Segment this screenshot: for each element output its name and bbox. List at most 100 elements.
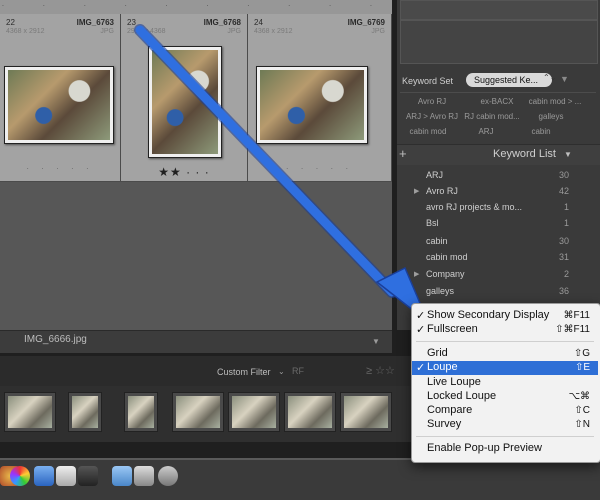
keyword-name: cabin mod <box>426 252 468 262</box>
image-app-icon[interactable] <box>56 466 76 486</box>
keyword-count: 1 <box>563 202 569 212</box>
cell-dimensions: 4368 x 2912 <box>254 28 293 35</box>
keyword-row[interactable]: galleys 36 <box>412 284 577 300</box>
status-dropdown-icon[interactable]: ▼ <box>372 337 380 346</box>
keyword-set-label: Keyword Set <box>402 76 454 86</box>
menu-item-compare[interactable]: Compare ⇧C <box>412 404 598 418</box>
document-icon[interactable] <box>134 466 154 486</box>
folder-icon[interactable] <box>112 466 132 486</box>
keyword-name: avro RJ projects & mo... <box>426 202 523 212</box>
filter-flag-toggle[interactable]: RF <box>292 366 304 376</box>
cell-filename: IMG_6768 <box>203 18 241 27</box>
grid-cell[interactable]: 24 IMG_6769 4368 x 2912 JPG · · · · · <box>248 14 392 182</box>
menu-item-live-loupe[interactable]: Live Loupe <box>412 376 598 390</box>
keyword-suggestion[interactable]: cabin <box>510 127 572 136</box>
menu-item-show-secondary-display[interactable]: ✓ Show Secondary Display ⌘F11 <box>412 309 598 323</box>
cell-filetype: JPG <box>100 28 114 35</box>
keyword-row[interactable]: cabin 30 <box>412 234 577 250</box>
keyword-row[interactable]: Bsl 1 <box>412 216 577 232</box>
cell-index: 23 <box>127 18 136 27</box>
photo-thumbnail[interactable] <box>148 46 222 158</box>
panel-field-top[interactable] <box>400 0 598 20</box>
keyword-name: Avro RJ <box>426 186 458 196</box>
keyword-suggestion[interactable]: RJ cabin mod... <box>456 112 528 121</box>
menu-separator <box>416 436 594 437</box>
menu-item-survey[interactable]: Survey ⇧N <box>412 418 598 432</box>
grid-cell[interactable]: 22 IMG_6763 4368 x 2912 JPG · · · · · <box>0 14 121 182</box>
expand-triangle-icon[interactable]: ▶ <box>414 270 419 278</box>
cell-filename: IMG_6763 <box>76 18 114 27</box>
check-icon: ✓ <box>416 310 426 322</box>
keyword-row[interactable]: ▶ Company 2 <box>412 267 577 283</box>
menu-item-label: Show Secondary Display <box>427 309 550 321</box>
menu-item-enable-popup-preview[interactable]: Enable Pop-up Preview <box>412 442 598 456</box>
cell-star-rating[interactable]: ★★ · · · <box>121 165 247 179</box>
menu-item-label: Survey <box>427 418 462 430</box>
filmstrip-thumbnail[interactable] <box>4 392 56 432</box>
triangle-down-icon[interactable]: ▼ <box>564 150 572 159</box>
keyword-row[interactable]: ▶ Avro RJ 42 <box>412 184 577 200</box>
menu-item-fullscreen[interactable]: ✓ Fullscreen ⇧⌘F11 <box>412 323 598 337</box>
keyword-suggestion[interactable]: galleys <box>520 112 582 121</box>
terminal-icon[interactable] <box>78 466 98 486</box>
keyword-count: 30 <box>558 236 569 246</box>
keyword-list-title[interactable]: Keyword List <box>493 148 556 160</box>
menu-item-shortcut: ⇧⌘F11 <box>555 324 590 335</box>
keyword-suggestion[interactable]: ARJ <box>455 127 517 136</box>
filmstrip-thumbnail[interactable] <box>172 392 224 432</box>
keyword-count: 2 <box>563 269 569 279</box>
keyword-suggestion[interactable]: Avro RJ <box>401 97 463 106</box>
color-wheel-icon[interactable] <box>10 466 30 486</box>
photo-thumbnail[interactable] <box>256 66 368 144</box>
check-icon: ✓ <box>416 362 426 374</box>
keyword-suggestion[interactable]: cabin mod > ... <box>512 97 598 106</box>
menu-item-loupe[interactable]: ✓ Loupe ⇧E <box>412 361 598 375</box>
keyword-suggestion[interactable]: ARJ > Avro RJ <box>401 112 463 121</box>
photo-thumbnail[interactable] <box>4 66 114 144</box>
download-icon[interactable] <box>34 466 54 486</box>
cell-rating-dots[interactable]: · · · · · <box>248 164 391 173</box>
grid-cell[interactable]: 23 IMG_6768 2912 x 4368 JPG ★★ · · · <box>121 14 248 182</box>
grid-empty-area <box>0 182 392 330</box>
filmstrip-thumbnail[interactable] <box>340 392 392 432</box>
filmstrip-thumbnail[interactable] <box>124 392 158 432</box>
chevron-updown-icon: ⌃⌄ <box>543 73 557 82</box>
custom-filter-dropdown[interactable]: Custom Filter <box>217 367 271 377</box>
keyword-entry-box[interactable] <box>400 20 598 64</box>
status-filename: IMG_6666.jpg <box>24 334 87 345</box>
menu-item-shortcut: ⇧E <box>574 362 590 373</box>
menu-item-grid[interactable]: Grid ⇧G <box>412 347 598 361</box>
menu-item-shortcut: ⌘F11 <box>563 310 591 321</box>
triangle-down-icon[interactable]: ▼ <box>560 74 569 84</box>
cell-rating-dots[interactable]: · · · · · <box>0 164 120 173</box>
cell-index: 22 <box>6 18 15 27</box>
menu-item-label: Grid <box>427 347 448 359</box>
filmstrip-thumbnail[interactable] <box>284 392 336 432</box>
cell-dimensions: 4368 x 2912 <box>6 28 45 35</box>
add-keyword-icon[interactable]: + <box>399 146 407 161</box>
menu-item-label: Loupe <box>427 361 458 373</box>
keyword-name: ARJ <box>426 170 444 180</box>
keyword-suggestion[interactable]: cabin mod <box>397 127 459 136</box>
filmstrip-thumbnail[interactable] <box>228 392 280 432</box>
cell-index: 24 <box>254 18 263 27</box>
menu-item-label: Compare <box>427 404 473 416</box>
menu-item-label: Enable Pop-up Preview <box>427 442 542 454</box>
keyword-row[interactable]: ARJ 30 <box>412 168 577 184</box>
filmstrip-thumbnail[interactable] <box>68 392 102 432</box>
keyword-count: 31 <box>558 252 569 262</box>
keyword-count: 1 <box>563 218 569 228</box>
expand-triangle-icon[interactable]: ▶ <box>414 187 419 195</box>
keyword-name: Bsl <box>426 218 439 228</box>
rating-filter[interactable]: ≥ ☆☆ <box>366 364 395 377</box>
keyword-count: 36 <box>558 286 569 296</box>
chevron-down-icon[interactable]: ⌄ <box>278 367 285 376</box>
view-context-menu: ✓ Show Secondary Display ⌘F11 ✓ Fullscre… <box>411 303 600 463</box>
menu-item-locked-loupe[interactable]: Locked Loupe ⌥⌘ <box>412 390 598 404</box>
keyword-set-select[interactable]: Suggested Ke... <box>466 73 552 87</box>
menu-item-label: Locked Loupe <box>427 390 497 402</box>
check-icon: ✓ <box>416 324 426 336</box>
trash-icon[interactable] <box>158 466 178 486</box>
keyword-row[interactable]: avro RJ projects & mo... 1 <box>412 200 577 216</box>
keyword-row[interactable]: cabin mod 31 <box>412 250 577 266</box>
